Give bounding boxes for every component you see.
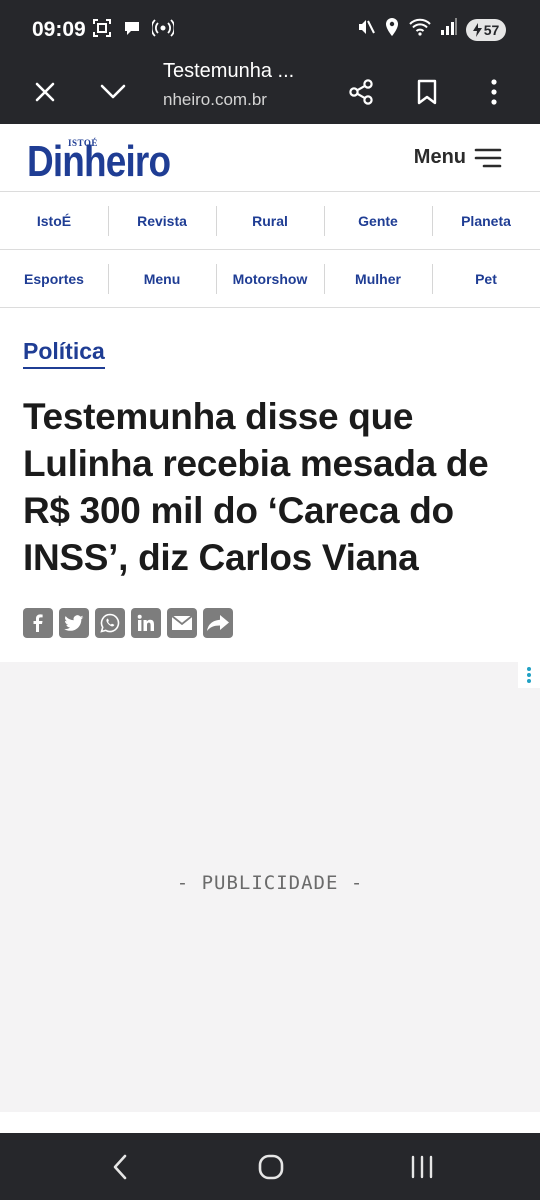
status-right-icons: 57 (356, 17, 506, 42)
system-navigation-bar (0, 1133, 540, 1200)
chevron-down-icon (100, 84, 126, 99)
menu-toggle-button[interactable]: Menu (414, 146, 502, 169)
share-page-button[interactable] (337, 68, 385, 116)
article-headline: Testemunha disse que Lulinha recebia mes… (23, 396, 489, 578)
linkedin-icon (137, 614, 154, 631)
share-arrow-icon (207, 615, 229, 631)
share-more-button[interactable] (203, 608, 233, 638)
home-icon (258, 1154, 284, 1180)
share-icon (349, 79, 373, 105)
menu-label: Menu (413, 146, 466, 168)
nav-row-2: Esportes Menu Motorshow Mulher Pet (0, 250, 540, 308)
system-back-button[interactable] (100, 1147, 140, 1187)
share-email-button[interactable] (167, 608, 197, 638)
bookmark-icon (417, 79, 437, 105)
nav-item-istoe[interactable]: IstoÉ (0, 192, 108, 249)
email-icon (171, 615, 193, 630)
ad-container[interactable]: - PUBLICIDADE - (0, 662, 540, 1112)
nav-item-menu[interactable]: Menu (108, 250, 216, 307)
battery-level: 57 (483, 21, 500, 38)
nav-item-esportes[interactable]: Esportes (0, 250, 108, 307)
browser-toolbar: Testemunha ... nheiro.com.br (0, 60, 540, 124)
twitter-icon (64, 615, 84, 631)
battery-icon: 57 (466, 18, 506, 41)
hotspot-icon (150, 18, 176, 43)
nav-item-planeta[interactable]: Planeta (432, 192, 540, 249)
nav-item-revista[interactable]: Revista (108, 192, 216, 249)
nav-item-pet[interactable]: Pet (432, 250, 540, 307)
system-recents-button[interactable] (402, 1147, 442, 1187)
close-tab-button[interactable] (21, 68, 69, 116)
share-twitter-button[interactable] (59, 608, 89, 638)
logo-main-text: Dinheiro (27, 137, 171, 186)
ad-label: - PUBLICIDADE - (176, 872, 364, 894)
ad-more-vert-icon (527, 667, 531, 683)
whatsapp-icon (100, 613, 120, 633)
site-logo[interactable]: ISTOÉ Dinheiro (27, 138, 187, 184)
nav-item-gente[interactable]: Gente (324, 192, 432, 249)
status-bar: 09:09 57 (0, 0, 540, 60)
share-facebook-button[interactable] (23, 608, 53, 638)
facebook-icon (33, 614, 43, 632)
status-time: 09:09 (32, 18, 86, 41)
system-home-button[interactable] (251, 1147, 291, 1187)
nav-row-1: IstoÉ Revista Rural Gente Planeta (0, 192, 540, 250)
nav-item-mulher[interactable]: Mulher (324, 250, 432, 307)
minimize-tab-button[interactable] (89, 68, 137, 116)
share-bar (23, 608, 233, 638)
nav-item-rural[interactable]: Rural (216, 192, 324, 249)
hamburger-icon (474, 148, 502, 167)
signal-icon (440, 17, 458, 42)
nav-item-motorshow[interactable]: Motorshow (216, 250, 324, 307)
share-linkedin-button[interactable] (131, 608, 161, 638)
close-icon (35, 82, 55, 102)
tab-title[interactable]: Testemunha ... (163, 60, 294, 83)
article-category[interactable]: Política (23, 338, 105, 369)
share-whatsapp-button[interactable] (95, 608, 125, 638)
more-options-button[interactable] (470, 68, 518, 116)
screenshot-icon (92, 18, 112, 43)
back-icon (113, 1154, 127, 1180)
bookmark-button[interactable] (403, 68, 451, 116)
site-header: ISTOÉ Dinheiro Menu (0, 124, 540, 192)
ad-options-button[interactable] (518, 662, 540, 688)
status-left-icons (92, 18, 176, 43)
tab-url[interactable]: nheiro.com.br (163, 90, 267, 110)
mute-icon (356, 17, 376, 42)
recents-icon (411, 1155, 433, 1179)
wifi-icon (408, 17, 432, 42)
location-icon (384, 17, 400, 42)
chat-bubble-icon (122, 18, 142, 43)
more-vert-icon (491, 79, 497, 105)
